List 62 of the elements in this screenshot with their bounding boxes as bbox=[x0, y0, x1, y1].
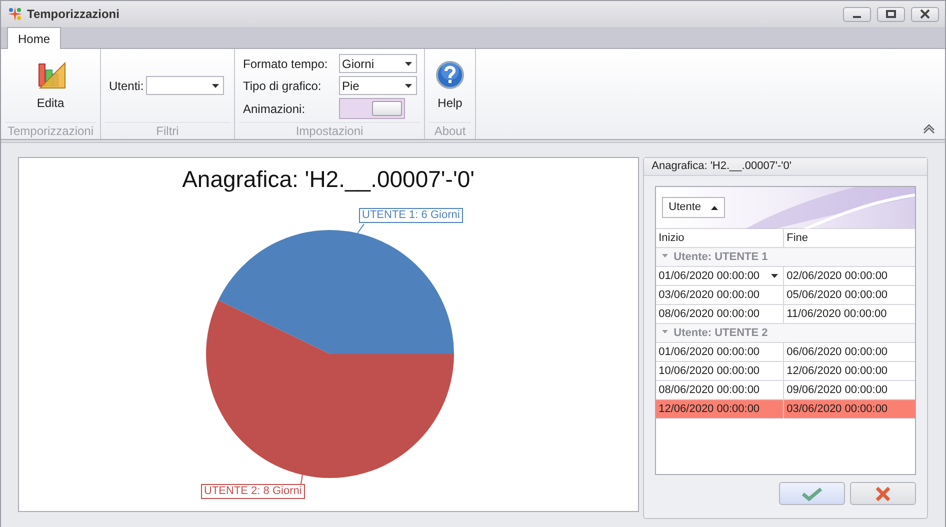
table-row[interactable]: 03/06/2020 00:00:00 05/06/2020 00:00:00 bbox=[656, 286, 915, 305]
field-label: Utenti: bbox=[109, 78, 144, 94]
field-label: Formato tempo: bbox=[243, 56, 329, 72]
caret-icon bbox=[405, 62, 412, 66]
table-cell: 08/06/2020 00:00:00 bbox=[656, 305, 784, 323]
edit-button[interactable]: Edita bbox=[32, 58, 70, 114]
maximize-icon bbox=[886, 10, 896, 18]
cross-icon bbox=[875, 486, 891, 502]
animations-toggle[interactable] bbox=[339, 98, 405, 119]
leader-line bbox=[357, 224, 364, 234]
data-label: UTENTE 2: 8 Giorni bbox=[201, 484, 305, 499]
table-row[interactable]: 10/06/2020 00:00:00 12/06/2020 00:00:00 bbox=[656, 362, 915, 381]
table-cell-text: 06/06/2020 00:00:00 bbox=[786, 344, 889, 360]
group-label: Temporizzazioni bbox=[7, 123, 94, 140]
cancel-button[interactable] bbox=[850, 482, 916, 505]
table-cell: 01/06/2020 00:00:00 bbox=[656, 267, 784, 285]
panel-title: Anagrafica: 'H2.__.00007'-'0' bbox=[652, 159, 792, 174]
table-row[interactable]: 12/06/2020 00:00:00 03/06/2020 00:00:00 bbox=[656, 400, 915, 419]
collapse-ribbon-icon[interactable] bbox=[923, 123, 935, 134]
close-icon bbox=[920, 9, 930, 19]
table-cell-text: 03/06/2020 00:00:00 bbox=[786, 402, 889, 417]
table-cell-text: 02/06/2020 00:00:00 bbox=[786, 268, 889, 284]
checkmark-icon bbox=[801, 486, 823, 501]
help-icon bbox=[435, 60, 465, 90]
caret-icon bbox=[405, 84, 412, 88]
table-cell: 10/06/2020 00:00:00 bbox=[656, 362, 784, 380]
table-cell: 12/06/2020 00:00:00 bbox=[656, 400, 784, 418]
dropdown[interactable]: Giorni bbox=[339, 54, 417, 73]
table-cell: 01/06/2020 00:00:00 bbox=[656, 343, 784, 361]
table-cell: 03/06/2020 00:00:00 bbox=[656, 286, 784, 304]
group-label: Filtri bbox=[156, 123, 179, 140]
data-label: UTENTE 1: 6 Giorni bbox=[359, 208, 463, 223]
table-row[interactable]: 08/06/2020 00:00:00 11/06/2020 00:00:00 bbox=[656, 305, 915, 324]
window-title: Temporizzazioni bbox=[27, 6, 120, 23]
table-cell: 08/06/2020 00:00:00 bbox=[656, 381, 784, 399]
caret-icon[interactable] bbox=[770, 274, 778, 278]
chart-ruler-icon bbox=[36, 60, 66, 90]
group-by-button[interactable]: Utente bbox=[662, 197, 726, 218]
chart-title: Anagrafica: 'H2.__.00007'-'0' bbox=[182, 165, 475, 194]
table-cell-text: 12/06/2020 00:00:00 bbox=[786, 364, 889, 379]
column-header[interactable]: Fine bbox=[784, 229, 915, 248]
table-cell-text: 09/06/2020 00:00:00 bbox=[786, 382, 889, 398]
minimize-icon bbox=[853, 16, 861, 18]
table-cell-text: 11/06/2020 00:00:00 bbox=[786, 306, 888, 322]
maximize-button[interactable] bbox=[877, 6, 905, 22]
ribbon-tab[interactable]: Home bbox=[7, 27, 62, 49]
table-row[interactable]: 01/06/2020 00:00:00 06/06/2020 00:00:00 bbox=[656, 343, 915, 362]
table-row[interactable]: 08/06/2020 00:00:00 09/06/2020 00:00:00 bbox=[656, 381, 915, 400]
field-label: Tipo di grafico: bbox=[243, 78, 322, 94]
caret-icon bbox=[212, 84, 219, 88]
app-logo-icon bbox=[7, 6, 23, 22]
minimize-button[interactable] bbox=[843, 6, 871, 22]
field-label: Animazioni: bbox=[243, 100, 306, 118]
close-button[interactable] bbox=[911, 6, 939, 22]
leader-line bbox=[300, 474, 303, 484]
sort-ascending-icon bbox=[711, 206, 718, 210]
group-label: Impostazioni bbox=[296, 123, 364, 140]
table-cell-text: 05/06/2020 00:00:00 bbox=[786, 288, 889, 303]
dropdown[interactable]: Pie bbox=[339, 76, 417, 95]
group-label: About bbox=[434, 123, 466, 140]
help-button[interactable]: Help bbox=[435, 60, 465, 112]
table-row[interactable]: 01/06/2020 00:00:00 02/06/2020 00:00:00 bbox=[656, 267, 915, 286]
